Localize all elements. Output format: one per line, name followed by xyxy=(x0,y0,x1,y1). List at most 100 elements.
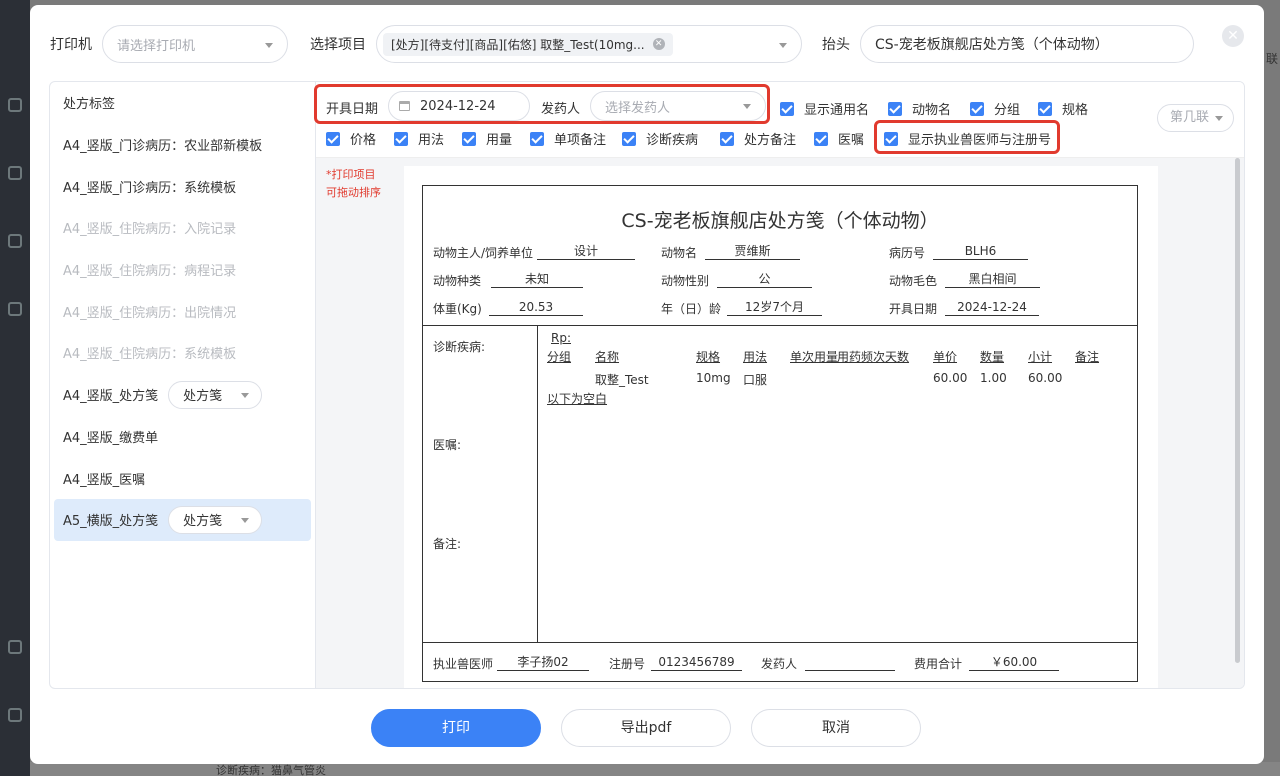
template-item-label: A4_竖版_医嘱 xyxy=(63,472,146,488)
print-option-checkbox[interactable]: 用量 xyxy=(462,129,512,148)
print-option-checkbox[interactable]: 诊断疾病 xyxy=(622,129,698,148)
age-value: 12岁7个月 xyxy=(727,299,822,316)
template-item[interactable]: A5_横版_处方笺 处方笺 xyxy=(54,498,311,541)
print-option-checkbox[interactable]: 显示通用名 xyxy=(780,99,869,118)
color-label: 动物毛色 xyxy=(889,274,938,288)
export-pdf-button[interactable]: 导出pdf xyxy=(561,709,731,747)
print-option-checkbox[interactable]: 动物名 xyxy=(888,99,951,118)
print-option-checkbox[interactable]: 价格 xyxy=(326,129,376,148)
background-bottom-strip: 诊断疾病：猫鼻气管炎 xyxy=(30,762,1280,776)
background-nav-icon xyxy=(8,234,22,248)
background-right-text: 联 xyxy=(1265,52,1278,66)
tag-remove-icon[interactable]: ✕ xyxy=(652,38,665,50)
rx-column-header: 规格 xyxy=(696,350,721,364)
checkbox-checked-icon[interactable] xyxy=(888,101,902,116)
template-item-label: A5_横版_处方笺 xyxy=(63,514,159,530)
checkbox-checked-icon[interactable] xyxy=(970,101,984,116)
checkbox-checked-icon[interactable] xyxy=(462,131,476,146)
print-option-checkbox[interactable]: 处方备注 xyxy=(720,129,796,148)
rx-column-header: 单次用量 xyxy=(790,350,839,364)
animal-name-value: 贾维斯 xyxy=(705,243,800,260)
background-nav-icon xyxy=(8,98,22,112)
calendar-icon xyxy=(399,101,410,111)
print-options: 开具日期 2024-12-24 发药人 选择发药人 显示通用名 动物名 分组 规格 价格… xyxy=(314,82,1244,158)
rx-column-header: 名称 xyxy=(595,350,620,364)
reg-label: 注册号 xyxy=(609,657,646,671)
print-option-checkbox[interactable]: 规格 xyxy=(1038,99,1088,118)
template-item[interactable]: 处方标签 xyxy=(50,82,315,124)
drug-price: 60.00 xyxy=(933,371,968,385)
template-item[interactable]: A4_竖版_门诊病历：系统模板 xyxy=(50,165,315,207)
template-item-label: A4_竖版_住院病历：出院情况 xyxy=(63,305,237,321)
print-button[interactable]: 打印 xyxy=(371,709,541,747)
print-option-label: 单项备注 xyxy=(554,133,607,148)
issue-date-label: 开具日期 xyxy=(889,302,938,316)
item-tag[interactable]: [处方][待支付][商品][佑悠] 取整_Test(10mg... ✕ xyxy=(383,32,673,56)
checkbox-checked-icon[interactable] xyxy=(394,131,408,146)
rx-column-header: 数量 xyxy=(980,350,1005,364)
preview-scrollbar[interactable] xyxy=(1235,158,1240,663)
date-picker[interactable]: 2024-12-24 xyxy=(388,91,530,121)
checkbox-checked-icon[interactable] xyxy=(814,131,828,146)
template-type-select[interactable]: 处方笺 xyxy=(168,505,263,534)
checkbox-checked-icon[interactable] xyxy=(780,101,794,116)
template-item[interactable]: A4_竖版_住院病历：出院情况 xyxy=(50,290,315,332)
template-item[interactable]: A4_竖版_住院病历：病程记录 xyxy=(50,249,315,291)
title-input[interactable]: CS-宠老板旗舰店处方笺（个体动物） xyxy=(860,25,1194,63)
print-option-label: 规格 xyxy=(1062,103,1089,118)
template-item[interactable]: A4_竖版_住院病历：系统模板 xyxy=(50,332,315,374)
drug-qty: 1.00 xyxy=(980,371,1007,385)
template-item-label: 处方标签 xyxy=(63,97,116,113)
print-option-label: 处方备注 xyxy=(744,133,797,148)
print-option-checkbox[interactable]: 显示执业兽医师与注册号 xyxy=(884,129,1051,148)
rp-label: Rp: xyxy=(551,331,571,345)
background-nav-icon xyxy=(8,640,22,654)
print-option-label: 用法 xyxy=(418,133,445,148)
template-item[interactable]: A4_竖版_处方笺 处方笺 xyxy=(50,374,315,416)
template-item[interactable]: A4_竖版_医嘱 xyxy=(50,457,315,499)
template-item[interactable]: A4_竖版_门诊病历：农业部新模板 xyxy=(50,124,315,166)
advice-label: 医嘱: xyxy=(433,438,462,452)
item-select[interactable]: [处方][待支付][商品][佑悠] 取整_Test(10mg... ✕ xyxy=(376,25,802,63)
checkbox-checked-icon[interactable] xyxy=(622,131,636,146)
printer-label: 打印机 xyxy=(50,37,92,53)
print-option-checkbox[interactable]: 医嘱 xyxy=(814,129,864,148)
drug-spec: 10mg xyxy=(696,371,731,385)
checkbox-checked-icon[interactable] xyxy=(720,131,734,146)
remark-label: 备注: xyxy=(433,537,462,551)
rx-column-header: 单价 xyxy=(933,350,958,364)
owner-value: 设计 xyxy=(537,243,635,260)
print-option-checkbox[interactable]: 单项备注 xyxy=(530,129,606,148)
rx-column-header: 备注 xyxy=(1075,350,1100,364)
printer-select[interactable]: 请选择打印机 xyxy=(102,25,288,63)
template-item[interactable]: A4_竖版_住院病历：入院记录 xyxy=(50,207,315,249)
item-tag-text: [处方][待支付][商品][佑悠] 取整_Test(10mg... xyxy=(391,37,645,52)
template-type-select[interactable]: 处方笺 xyxy=(168,380,263,409)
dispenser-select[interactable]: 选择发药人 xyxy=(590,91,766,121)
checkbox-checked-icon[interactable] xyxy=(1038,101,1052,116)
print-option-label: 动物名 xyxy=(912,103,952,118)
template-item-label: A4_竖版_处方笺 xyxy=(63,389,159,405)
print-option-checkbox[interactable]: 用法 xyxy=(394,129,444,148)
print-option-checkbox[interactable]: 分组 xyxy=(970,99,1020,118)
checkbox-checked-icon[interactable] xyxy=(530,131,544,146)
print-option-label: 显示通用名 xyxy=(804,103,870,118)
weight-label: 体重(Kg) xyxy=(433,302,482,316)
footer-dispenser-label: 发药人 xyxy=(761,657,798,671)
page-copy-select[interactable]: 第几联 xyxy=(1157,104,1234,132)
checkbox-checked-icon[interactable] xyxy=(326,131,340,146)
species-value: 未知 xyxy=(491,271,583,288)
issue-date-value: 2024-12-24 xyxy=(945,299,1039,316)
close-icon[interactable]: ✕ xyxy=(1222,25,1244,47)
cancel-button[interactable]: 取消 xyxy=(751,709,921,747)
chevron-down-icon xyxy=(241,392,250,398)
print-option-label: 医嘱 xyxy=(838,133,865,148)
template-item[interactable]: A4_竖版_缴费单 xyxy=(50,416,315,458)
sex-label: 动物性别 xyxy=(661,274,710,288)
rx-column-header: 分组 xyxy=(547,350,572,364)
checkbox-checked-icon[interactable] xyxy=(884,131,898,146)
record-value: BLH6 xyxy=(933,243,1028,260)
animal-name-label: 动物名 xyxy=(661,246,698,260)
item-label: 选择项目 xyxy=(310,37,366,53)
print-option-label: 分组 xyxy=(994,103,1021,118)
